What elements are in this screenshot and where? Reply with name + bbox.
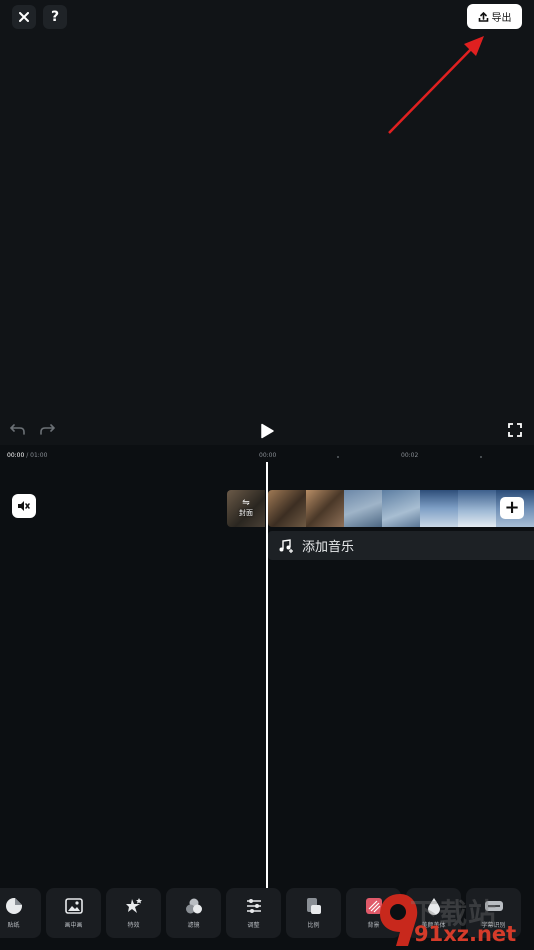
tool-adjust[interactable]: 调整 <box>226 888 281 938</box>
tool-label: 背景 <box>367 922 380 929</box>
help-icon: ? <box>50 9 60 25</box>
clip-audio-toggle[interactable] <box>12 494 36 518</box>
beauty-icon <box>427 898 440 915</box>
filter-icon <box>185 898 202 914</box>
caption-icon <box>484 901 503 911</box>
cover-label: 封面 <box>239 509 253 517</box>
tool-ratio[interactable]: 比例 <box>286 888 341 938</box>
close-button[interactable] <box>12 5 36 29</box>
add-clip-button[interactable]: + <box>500 497 524 519</box>
tool-beauty[interactable]: 美颜美体 <box>406 888 461 938</box>
tool-label: 美颜美体 <box>421 922 446 929</box>
tick-dot <box>337 456 339 458</box>
tool-label: 滤镜 <box>187 922 200 929</box>
undo-icon[interactable] <box>10 422 26 436</box>
tool-picture-in-picture[interactable]: 画中画 <box>46 888 101 938</box>
play-icon[interactable] <box>259 423 275 439</box>
playhead[interactable] <box>266 462 268 888</box>
clip-frame <box>458 490 496 527</box>
tool-background[interactable]: 背景 <box>346 888 401 938</box>
time-ruler: 00:00 / 01:00 00:00 00:02 <box>0 452 534 462</box>
upload-icon <box>478 11 488 22</box>
ratio-icon <box>306 898 321 914</box>
speaker-mute-icon <box>18 501 30 511</box>
clip-frame <box>344 490 382 527</box>
add-music-label: 添加音乐 <box>302 540 355 555</box>
tool-label: 特效 <box>127 922 140 929</box>
redo-icon[interactable] <box>39 422 55 436</box>
tool-label: 调整 <box>247 922 260 929</box>
clip-frame <box>382 490 420 527</box>
effects-icon <box>125 898 142 913</box>
adjust-icon <box>246 899 261 913</box>
plus-icon: + <box>504 497 520 518</box>
tool-label: 贴纸 <box>7 922 20 929</box>
add-music-track[interactable]: 添加音乐 <box>268 531 534 560</box>
export-label: 导出 <box>491 13 512 24</box>
background-icon <box>365 898 382 914</box>
tool-caption[interactable]: 字幕识别 <box>466 888 521 938</box>
tool-sticker[interactable]: 贴纸 <box>0 888 41 938</box>
tool-filter[interactable]: 滤镜 <box>166 888 221 938</box>
sticker-icon <box>5 898 22 914</box>
video-clip-track[interactable] <box>268 490 534 527</box>
clip-frame <box>268 490 306 527</box>
cover-button[interactable]: ⇋ 封面 <box>227 490 265 527</box>
annotation-arrow <box>388 36 484 134</box>
help-button[interactable]: ? <box>43 5 67 29</box>
tick-dot <box>480 456 482 458</box>
swap-icon: ⇋ <box>242 498 250 508</box>
export-button[interactable]: 导出 <box>467 4 522 29</box>
picture-in-picture-icon <box>64 898 83 914</box>
clip-frame <box>420 490 458 527</box>
close-icon <box>19 12 29 22</box>
tool-label: 比例 <box>307 922 320 929</box>
tool-effects[interactable]: 特效 <box>106 888 161 938</box>
bottom-toolbar: 贴纸 画中画 特效 滤镜 调整 比例 背景 美颜美体 字幕识别 <box>0 888 534 938</box>
music-note-icon <box>279 538 293 553</box>
total-time: / 01:00 <box>24 452 48 459</box>
tool-label: 画中画 <box>64 922 83 929</box>
tool-label: 字幕识别 <box>481 922 506 929</box>
time-marker: 00:02 <box>401 452 419 459</box>
clip-frame <box>306 490 344 527</box>
fullscreen-icon[interactable] <box>508 423 522 437</box>
time-marker: 00:00 <box>259 452 277 459</box>
current-time: 00:00 <box>7 452 25 459</box>
